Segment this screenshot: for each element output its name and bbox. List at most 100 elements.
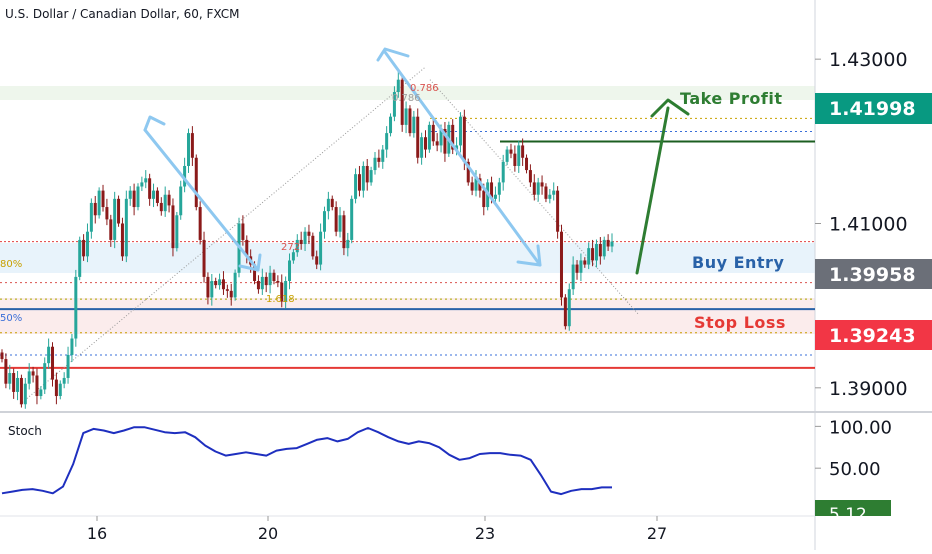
candle-body [587,248,591,265]
take-profit-badge-text: 1.41998 [829,98,916,120]
candle-body [0,352,4,360]
stoch-tick-label: 50.00 [829,459,881,480]
candle-body [225,289,229,291]
candle-body [326,198,330,212]
time-tick-label: 23 [475,524,495,543]
candle-body [171,205,175,249]
candle-body [517,145,521,166]
candle-body [540,182,544,187]
candle-body [241,223,245,240]
candle-body [85,231,89,257]
candle-body [493,194,497,199]
candle-body [19,377,23,405]
candle-body [420,137,424,158]
candle-body [113,198,117,240]
stop-zone-band [0,298,815,334]
fib-left-80-label: 80% [0,259,22,270]
candle-body [179,186,183,216]
candle-body [198,207,202,240]
candle-body [210,281,214,298]
candle-body [315,256,319,265]
candle-body [556,190,560,232]
candle-body [256,281,260,290]
chart-title: U.S. Dollar / Canadian Dollar, 60, FXCM [5,7,240,21]
price-tick-label: 1.43000 [829,49,908,71]
price-tick-label: 1.41000 [829,213,908,235]
fib-272-label: 272 [281,242,300,253]
fib-786b-label: 0.786 [392,93,421,104]
trend-guide-up [19,66,426,405]
time-axis[interactable]: 16 20 23 27 [87,516,667,543]
stop-loss-label: Stop Loss [694,313,786,332]
stoch-tick-label: 100.00 [829,417,892,438]
candle-body [140,182,144,187]
candle-body [221,279,225,290]
candle-body [159,202,163,212]
candle-body [35,375,39,397]
candle-body [548,194,552,199]
candle-body [338,215,342,232]
candle-body [330,198,334,208]
candle-body [78,239,82,277]
candle-body [307,231,311,236]
candle-body [552,190,556,195]
candle-body [431,124,435,142]
candle-body [109,219,113,240]
candle-body [54,379,58,397]
candle-body [4,359,8,384]
candle-body [51,346,55,380]
candle-body [39,389,43,397]
fib-1618-label: 1.618 [266,294,295,305]
candle-body [155,190,159,203]
candle-body [124,198,128,257]
candle-body [606,239,610,247]
candle-body [501,161,505,183]
candle-body [288,260,292,282]
candle-body [513,153,517,166]
candle-body [93,202,97,216]
candle-body [369,170,373,183]
buy-entry-label: Buy Entry [692,253,784,272]
candle-body [357,174,361,191]
time-tick-label: 27 [647,524,667,543]
candle-body [218,279,222,286]
candle-body [303,231,307,245]
candle-body [66,354,70,378]
candle-body [470,182,474,191]
candle-body [567,289,571,327]
candle-body [74,276,78,339]
price-tick-label: 1.39000 [829,378,908,400]
candle-body [299,239,303,245]
stoch-axis[interactable]: 100.00 50.00 [815,417,892,480]
swing-arrow-2-head [376,47,410,62]
stoch-label: Stoch [8,424,42,438]
candle-body [311,235,315,257]
candle-body [268,272,272,286]
candle-body [264,276,268,286]
candle-body [194,157,198,208]
candle-body [23,383,27,405]
candle-body [521,145,525,158]
candle-body [544,186,548,199]
candle-body [396,79,400,93]
candle-body [82,239,86,257]
candle-body [27,371,31,384]
candle-body [144,178,148,183]
candle-body [128,190,132,199]
candle-body [43,363,47,390]
candle-body [190,133,194,158]
candle-body [365,165,369,183]
candle-body [152,190,156,199]
stoch-value-badge-text: 5.12 [829,505,867,525]
candle-body [31,371,35,376]
candle-body [16,377,20,392]
candle-body [563,297,567,327]
candle-body [206,276,210,298]
candle-body [594,244,598,261]
candle-body [233,272,237,298]
swing-arrow-1-head [143,115,166,132]
stoch-line [1,426,612,496]
candle-body [12,373,16,392]
candle-body [377,157,381,162]
candle-body [412,116,416,134]
